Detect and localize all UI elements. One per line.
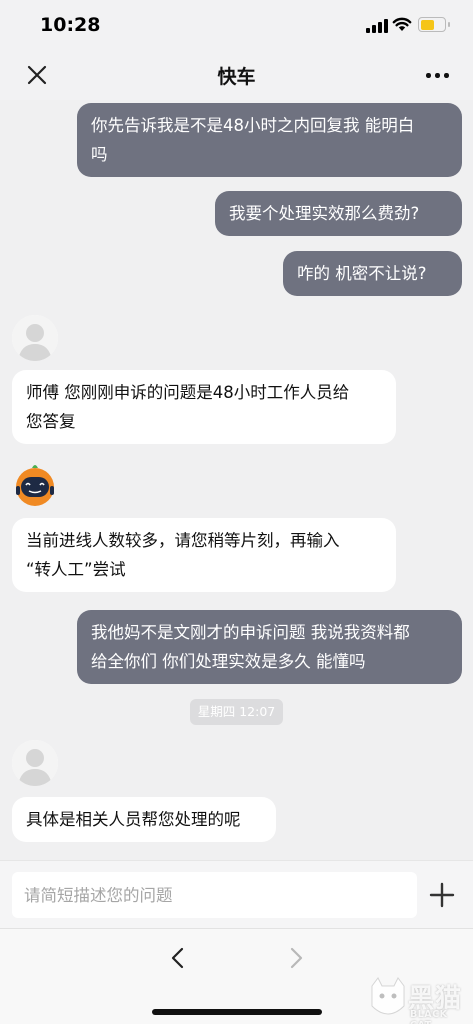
message-line: 我他妈不是文刚才的申诉问题 我说我资料都 xyxy=(91,623,410,642)
message-line: 咋的 机密不让说? xyxy=(297,264,427,283)
message-bubble-received: 当前进线人数较多，请您稍等片刻，再输入 “转人工”尝试 xyxy=(12,518,396,592)
message-bubble-received: 师傅 您刚刚申诉的问题是48小时工作人员给 您答复 xyxy=(12,370,396,444)
message-line: 我要个处理实效那么费劲? xyxy=(229,204,420,223)
plus-icon[interactable] xyxy=(428,881,456,909)
message-line: “转人工”尝试 xyxy=(26,560,126,579)
battery-icon xyxy=(418,17,450,32)
nav-header: 快车 xyxy=(0,50,473,100)
watermark-en: BLACK CAT xyxy=(410,1009,448,1024)
message-line: 吗 xyxy=(91,145,108,164)
home-indicator xyxy=(152,1009,322,1015)
status-time: 10:28 xyxy=(40,14,101,36)
bot-avatar[interactable] xyxy=(12,462,58,508)
chat-area[interactable]: 你先告诉我是不是48小时之内回复我 能明白 吗 我要个处理实效那么费劲? 咋的 … xyxy=(0,100,473,860)
robot-icon xyxy=(16,465,54,506)
watermark-logo: 黑猫 BLACK CAT xyxy=(368,976,468,1024)
message-bubble-received: 具体是相关人员帮您处理的呢 xyxy=(12,797,276,842)
message-line: 具体是相关人员帮您处理的呢 xyxy=(26,810,241,829)
timestamp-chip: 星期四 12:07 xyxy=(190,699,283,725)
cat-logo-icon xyxy=(371,977,405,1015)
status-bar: 10:28 xyxy=(0,0,473,50)
message-bubble-sent: 咋的 机密不让说? xyxy=(283,251,462,296)
agent-avatar[interactable] xyxy=(12,740,58,786)
wifi-icon xyxy=(392,17,412,31)
message-bubble-sent: 你先告诉我是不是48小时之内回复我 能明白 吗 xyxy=(77,103,462,177)
more-icon[interactable] xyxy=(422,64,452,86)
chevron-left-icon[interactable] xyxy=(166,945,192,971)
message-input[interactable] xyxy=(12,872,417,918)
input-bar xyxy=(0,860,473,928)
agent-avatar[interactable] xyxy=(12,315,58,361)
chevron-right-icon[interactable] xyxy=(282,945,308,971)
message-bubble-sent: 我要个处理实效那么费劲? xyxy=(215,191,462,236)
message-line: 您答复 xyxy=(26,412,76,431)
user-placeholder-icon xyxy=(12,315,58,361)
signal-icon xyxy=(366,19,388,33)
message-line: 师傅 您刚刚申诉的问题是48小时工作人员给 xyxy=(26,383,350,402)
message-bubble-sent: 我他妈不是文刚才的申诉问题 我说我资料都 给全你们 你们处理实效是多久 能懂吗 xyxy=(77,610,462,684)
message-line: 你先告诉我是不是48小时之内回复我 能明白 xyxy=(91,116,415,135)
message-line: 给全你们 你们处理实效是多久 能懂吗 xyxy=(91,652,366,671)
message-line: 当前进线人数较多，请您稍等片刻，再输入 xyxy=(26,531,340,550)
page-title: 快车 xyxy=(217,66,256,88)
user-placeholder-icon xyxy=(12,740,58,786)
